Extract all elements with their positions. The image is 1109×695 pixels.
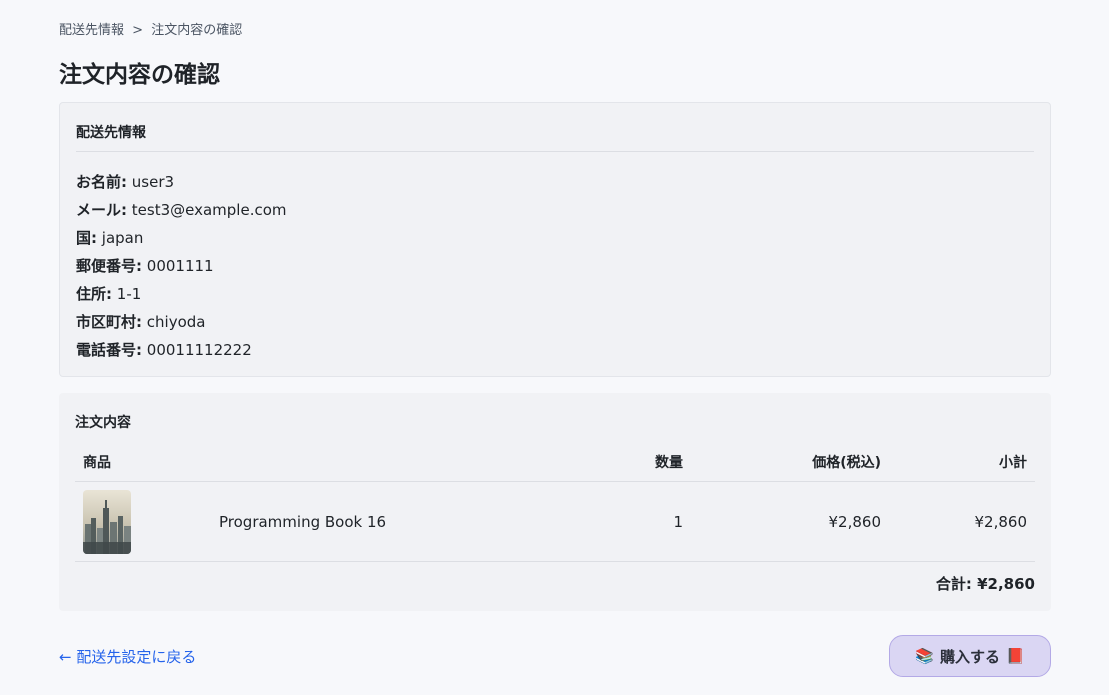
shipping-info-heading: 配送先情報 — [76, 125, 146, 141]
table-row-divider — [75, 561, 1035, 562]
info-row-country: 国: japan — [76, 227, 287, 255]
info-value: 1-1 — [116, 285, 142, 303]
breadcrumb-item-shipping[interactable]: 配送先情報 — [59, 23, 124, 38]
product-price: ¥2,860 — [828, 513, 882, 531]
books-icon: 📚 — [915, 647, 934, 665]
breadcrumb-item-confirm: 注文内容の確認 — [151, 23, 243, 38]
info-value: user3 — [131, 173, 175, 191]
breadcrumb-separator: > — [132, 23, 144, 38]
info-row-postal-code: 郵便番号: 0001111 — [76, 255, 287, 283]
breadcrumb: 配送先情報 > 注文内容の確認 — [59, 19, 246, 38]
page-title: 注文内容の確認 — [59, 62, 220, 88]
info-row-address: 住所: 1-1 — [76, 283, 287, 311]
info-row-city: 市区町村: chiyoda — [76, 311, 287, 339]
back-to-shipping-link[interactable]: ← 配送先設定に戻る — [59, 646, 196, 667]
order-confirmation-page: 配送先情報 > 注文内容の確認 注文内容の確認 配送先情報 お名前: user3… — [0, 0, 1109, 695]
info-value: test3@example.com — [131, 201, 287, 219]
back-link-label: 配送先設定に戻る — [76, 648, 197, 666]
info-row-name: お名前: user3 — [76, 171, 287, 199]
info-label: お名前: — [76, 173, 127, 191]
info-row-email: メール: test3@example.com — [76, 199, 287, 227]
divider — [76, 151, 1034, 152]
purchase-button-label: 購入する — [939, 647, 1000, 666]
city-skyline-image — [83, 490, 131, 554]
order-summary-card: 注文内容 商品 数量 価格(税込) 小計 Programming Book 16… — [59, 393, 1051, 611]
shipping-info-list: お名前: user3 メール: test3@example.com 国: jap… — [76, 171, 287, 367]
info-value: 00011112222 — [146, 341, 252, 359]
purchase-button[interactable]: 📚 購入する 📕 — [889, 635, 1051, 677]
column-header-price: 価格(税込) — [812, 455, 881, 471]
arrow-left-icon: ← — [59, 648, 72, 666]
info-value: japan — [101, 229, 144, 247]
info-value: 0001111 — [146, 257, 214, 275]
info-label: 市区町村: — [76, 313, 142, 331]
column-header-subtotal: 小計 — [999, 455, 1027, 471]
product-subtotal: ¥2,860 — [974, 513, 1028, 531]
shipping-info-card: 配送先情報 お名前: user3 メール: test3@example.com … — [59, 102, 1051, 377]
red-book-icon: 📕 — [1006, 647, 1025, 665]
info-label: メール: — [76, 201, 127, 219]
product-quantity: 1 — [673, 513, 683, 531]
column-header-product: 商品 — [83, 455, 111, 471]
table-header-divider — [75, 481, 1035, 482]
product-thumbnail — [83, 490, 131, 554]
column-header-quantity: 数量 — [655, 455, 683, 471]
order-summary-heading: 注文内容 — [75, 415, 131, 431]
info-label: 郵便番号: — [76, 257, 142, 275]
product-name: Programming Book 16 — [219, 513, 387, 531]
info-label: 電話番号: — [76, 341, 142, 359]
order-total: 合計: ¥2,860 — [935, 575, 1035, 593]
info-value: chiyoda — [146, 313, 206, 331]
info-label: 国: — [76, 229, 97, 247]
info-row-phone: 電話番号: 00011112222 — [76, 339, 287, 367]
info-label: 住所: — [76, 285, 112, 303]
